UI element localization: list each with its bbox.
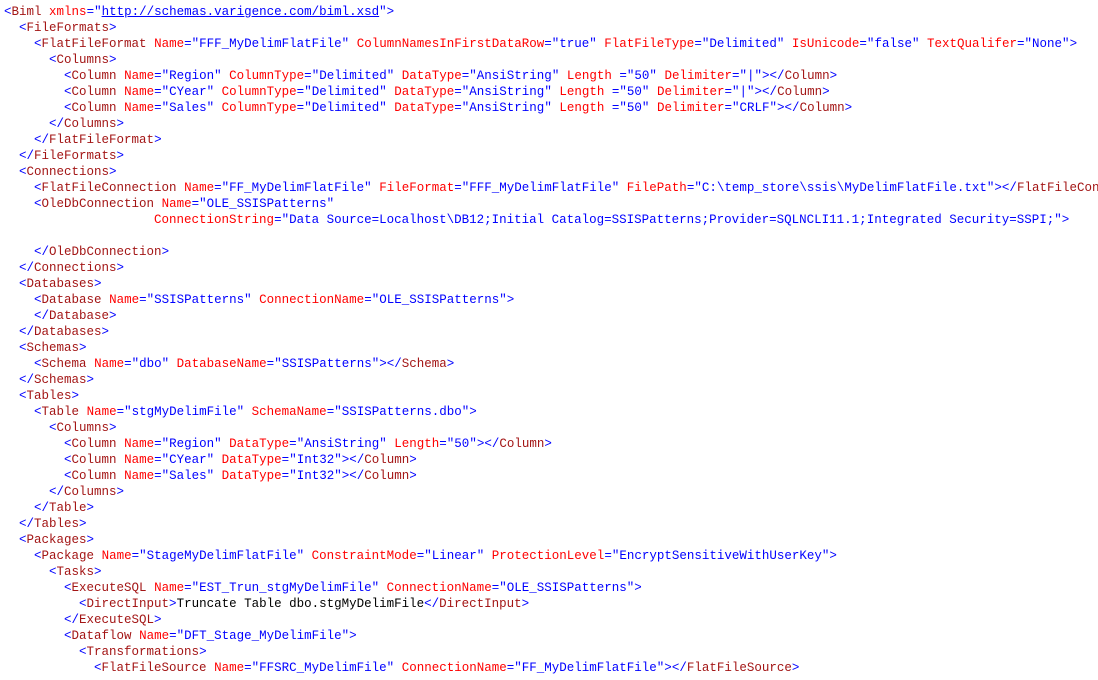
code-line: <Tables> (4, 388, 1094, 404)
code-line: <Column Name="Region" ColumnType="Delimi… (4, 68, 1094, 84)
code-line: </Table> (4, 500, 1094, 516)
code-line: <ExecuteSQL Name="EST_Trun_stgMyDelimFil… (4, 580, 1094, 596)
code-line: </Columns> (4, 116, 1094, 132)
code-line: <Column Name="CYear" ColumnType="Delimit… (4, 84, 1094, 100)
code-line: </Connections> (4, 260, 1094, 276)
code-line: <Column Name="Sales" ColumnType="Delimit… (4, 100, 1094, 116)
code-line: <Database Name="SSISPatterns" Connection… (4, 292, 1094, 308)
code-line: <FlatFileSource Name="FFSRC_MyDelimFile"… (4, 660, 1094, 676)
code-line: <OleDbConnection Name="OLE_SSISPatterns" (4, 196, 1094, 212)
code-line: </Database> (4, 308, 1094, 324)
code-line: <FlatFileFormat Name="FFF_MyDelimFlatFil… (4, 36, 1094, 52)
code-line: ConnectionString="Data Source=Localhost\… (4, 212, 1094, 228)
code-line: <Schema Name="dbo" DatabaseName="SSISPat… (4, 356, 1094, 372)
code-line: </Databases> (4, 324, 1094, 340)
code-line: </ExecuteSQL> (4, 612, 1094, 628)
code-line: <Table Name="stgMyDelimFile" SchemaName=… (4, 404, 1094, 420)
code-line: </Tables> (4, 516, 1094, 532)
code-line: <Column Name="Sales" DataType="Int32"></… (4, 468, 1094, 484)
code-line: <Databases> (4, 276, 1094, 292)
code-line: <FileFormats> (4, 20, 1094, 36)
code-line: <Column Name="Region" DataType="AnsiStri… (4, 436, 1094, 452)
code-line: <Biml xmlns="http://schemas.varigence.co… (4, 4, 1094, 20)
code-line: <Transformations> (4, 644, 1094, 660)
code-line: <Columns> (4, 420, 1094, 436)
code-line: <DirectInput>Truncate Table dbo.stgMyDel… (4, 596, 1094, 612)
code-line: <Packages> (4, 532, 1094, 548)
code-line: <Column Name="CYear" DataType="Int32"></… (4, 452, 1094, 468)
code-line: <Connections> (4, 164, 1094, 180)
schema-url-link[interactable]: http://schemas.varigence.com/biml.xsd (102, 5, 380, 19)
code-line: <FlatFileConnection Name="FF_MyDelimFlat… (4, 180, 1094, 196)
code-line: </Columns> (4, 484, 1094, 500)
code-line: </OleDbConnection> (4, 244, 1094, 260)
code-line: <Tasks> (4, 564, 1094, 580)
code-line: <Columns> (4, 52, 1094, 68)
code-line: <Schemas> (4, 340, 1094, 356)
code-line: </FlatFileFormat> (4, 132, 1094, 148)
code-line: </Schemas> (4, 372, 1094, 388)
code-block: <Biml xmlns="http://schemas.varigence.co… (4, 4, 1094, 676)
code-line (4, 228, 1094, 244)
code-line: <Dataflow Name="DFT_Stage_MyDelimFile"> (4, 628, 1094, 644)
code-line: </FileFormats> (4, 148, 1094, 164)
code-line: <Package Name="StageMyDelimFlatFile" Con… (4, 548, 1094, 564)
